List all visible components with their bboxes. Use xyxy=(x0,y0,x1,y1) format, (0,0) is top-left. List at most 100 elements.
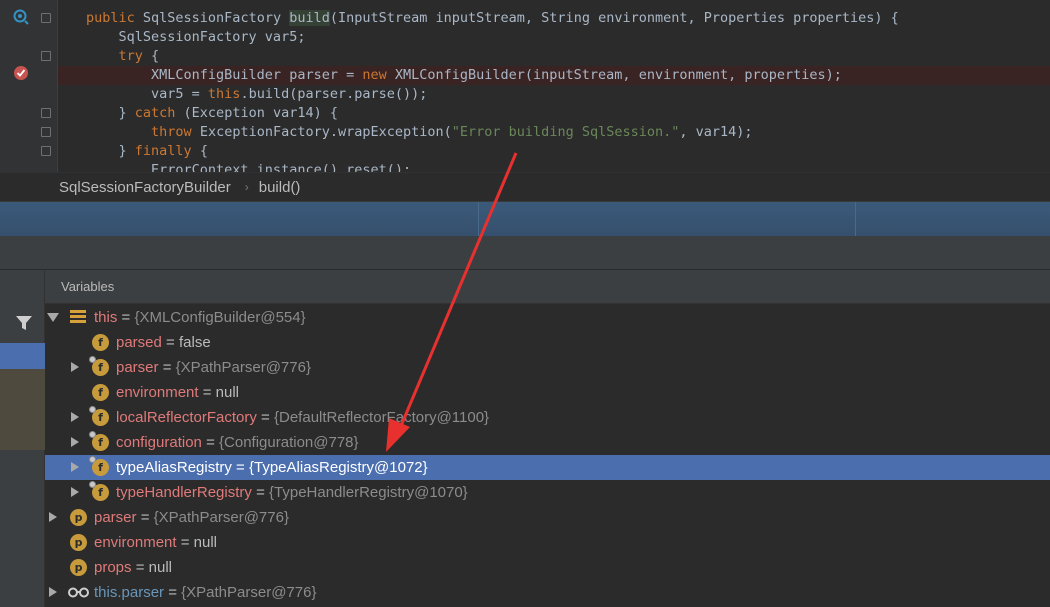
variable-name: props xyxy=(94,559,132,576)
variable-row[interactable]: f typeAliasRegistry = {TypeAliasRegistry@… xyxy=(45,455,1050,480)
variable-name: this.parser xyxy=(94,584,165,601)
filter-icon[interactable] xyxy=(15,314,33,332)
selected-frame-marker[interactable] xyxy=(0,343,45,369)
implements-method-icon[interactable] xyxy=(12,8,30,26)
parameter-icon: p xyxy=(70,509,87,526)
lock-icon xyxy=(89,431,96,438)
code-token: ExceptionFactory.wrapException( xyxy=(199,124,452,140)
field-icon: f xyxy=(89,456,109,476)
variable-value: {TypeHandlerRegistry@1070} xyxy=(269,484,468,501)
code-token: new xyxy=(362,67,395,83)
variable-entry: configuration = {Configuration@778} xyxy=(116,430,359,455)
parameter-icon: p xyxy=(70,559,87,576)
equals-sign: = xyxy=(117,309,135,326)
frames-strip xyxy=(0,270,45,607)
equals-sign: = xyxy=(198,384,216,401)
code-line[interactable]: SqlSessionFactory var5; xyxy=(58,28,1050,47)
collapse-arrow-icon[interactable] xyxy=(47,313,59,322)
variable-value: {XPathParser@776} xyxy=(181,584,317,601)
debugger-frames-header[interactable] xyxy=(0,202,1050,236)
variable-value: null xyxy=(215,384,240,401)
variable-row[interactable]: p environment = null xyxy=(45,530,1050,555)
variable-row[interactable]: p props = null xyxy=(45,555,1050,580)
variable-entry: this = {XMLConfigBuilder@554} xyxy=(94,305,306,330)
code-line[interactable]: public SqlSessionFactory build(InputStre… xyxy=(58,9,1050,28)
code-editor[interactable]: public SqlSessionFactory build(InputStre… xyxy=(0,0,1050,172)
editor-gutter[interactable] xyxy=(0,0,58,172)
breadcrumb-method[interactable]: build() xyxy=(259,179,301,196)
variable-row[interactable]: this.parser = {XPathParser@776} xyxy=(45,580,1050,605)
code-token: .build(parser.parse()); xyxy=(240,86,428,102)
variable-row[interactable]: f typeHandlerRegistry = {TypeHandlerRegis… xyxy=(45,480,1050,505)
code-line[interactable]: try { xyxy=(58,47,1050,66)
equals-sign: = xyxy=(161,334,179,351)
variable-value: null xyxy=(193,534,218,551)
fold-marker-icon[interactable] xyxy=(41,127,51,137)
variable-name: configuration xyxy=(116,434,202,451)
equals-sign: = xyxy=(136,509,154,526)
expand-arrow-icon[interactable] xyxy=(71,412,79,422)
field-icon: f xyxy=(89,406,109,426)
variable-row[interactable]: f localReflectorFactory = {DefaultReflect… xyxy=(45,405,1050,430)
code-token: (Exception var14) { xyxy=(175,105,338,121)
code-line[interactable]: throw ExceptionFactory.wrapException("Er… xyxy=(58,123,1050,142)
code-line[interactable]: var5 = this.build(parser.parse()); xyxy=(58,85,1050,104)
code-token: throw xyxy=(151,124,200,140)
field-icon: f xyxy=(89,356,109,376)
variable-entry: typeAliasRegistry = {TypeAliasRegistry@1… xyxy=(116,455,428,480)
code-line[interactable]: XMLConfigBuilder parser = new XMLConfigB… xyxy=(58,66,1050,85)
expand-arrow-icon[interactable] xyxy=(71,437,79,447)
field-icon: f xyxy=(92,384,109,401)
field-icon: f xyxy=(89,431,109,451)
variable-name: typeHandlerRegistry xyxy=(116,484,252,501)
variable-name: parser xyxy=(94,509,137,526)
variable-entry: this.parser = {XPathParser@776} xyxy=(94,580,316,605)
expand-arrow-icon[interactable] xyxy=(71,362,79,372)
variable-row[interactable]: f parsed = false xyxy=(45,330,1050,355)
expand-arrow-icon[interactable] xyxy=(49,587,57,597)
equals-sign: = xyxy=(164,584,182,601)
equals-sign: = xyxy=(256,409,274,426)
code-token: "Error building SqlSession." xyxy=(451,124,680,140)
breadcrumb-separator: › xyxy=(244,180,249,194)
code-token: { xyxy=(191,143,208,159)
parameter-icon: p xyxy=(70,534,87,551)
variable-entry: props = null xyxy=(94,555,172,580)
variable-name: localReflectorFactory xyxy=(116,409,257,426)
expand-arrow-icon[interactable] xyxy=(71,487,79,497)
code-token: build xyxy=(289,10,330,26)
code-token: this xyxy=(207,86,241,102)
lock-icon xyxy=(89,406,96,413)
code-token: } xyxy=(86,143,135,159)
code-area[interactable]: public SqlSessionFactory build(InputStre… xyxy=(58,0,1050,172)
variable-name: parsed xyxy=(116,334,162,351)
fold-marker-icon[interactable] xyxy=(41,146,51,156)
equals-sign: = xyxy=(131,559,149,576)
variable-row[interactable]: f configuration = {Configuration@778} xyxy=(45,430,1050,455)
breadcrumb-class[interactable]: SqlSessionFactoryBuilder xyxy=(59,179,231,196)
variable-row[interactable]: p parser = {XPathParser@776} xyxy=(45,505,1050,530)
code-token: finally xyxy=(134,143,192,159)
variable-entry: parser = {XPathParser@776} xyxy=(116,355,311,380)
variable-value: null xyxy=(148,559,172,576)
variable-value: {TypeAliasRegistry@1072} xyxy=(249,459,428,476)
code-line[interactable]: ErrorContext.instance().reset(); xyxy=(58,161,1050,172)
variable-row[interactable]: f environment = null xyxy=(45,380,1050,405)
variables-tree[interactable]: this = {XMLConfigBuilder@554} f parsed = f… xyxy=(45,305,1050,607)
variable-row[interactable]: this = {XMLConfigBuilder@554} xyxy=(45,305,1050,330)
expand-arrow-icon[interactable] xyxy=(71,462,79,472)
variable-value: {XMLConfigBuilder@554} xyxy=(134,309,306,326)
code-line[interactable]: } catch (Exception var14) { xyxy=(58,104,1050,123)
fold-marker-icon[interactable] xyxy=(41,51,51,61)
code-token: XMLConfigBuilder parser = xyxy=(86,67,363,83)
variable-entry: parser = {XPathParser@776} xyxy=(94,505,289,530)
code-line[interactable]: } finally { xyxy=(58,142,1050,161)
equals-sign: = xyxy=(201,434,220,451)
fold-marker-icon[interactable] xyxy=(41,13,51,23)
breakpoint-icon[interactable] xyxy=(12,64,30,82)
fold-marker-icon[interactable] xyxy=(41,108,51,118)
equals-sign: = xyxy=(158,359,176,376)
code-token: , var14); xyxy=(679,124,753,140)
expand-arrow-icon[interactable] xyxy=(49,512,57,522)
variable-row[interactable]: f parser = {XPathParser@776} xyxy=(45,355,1050,380)
